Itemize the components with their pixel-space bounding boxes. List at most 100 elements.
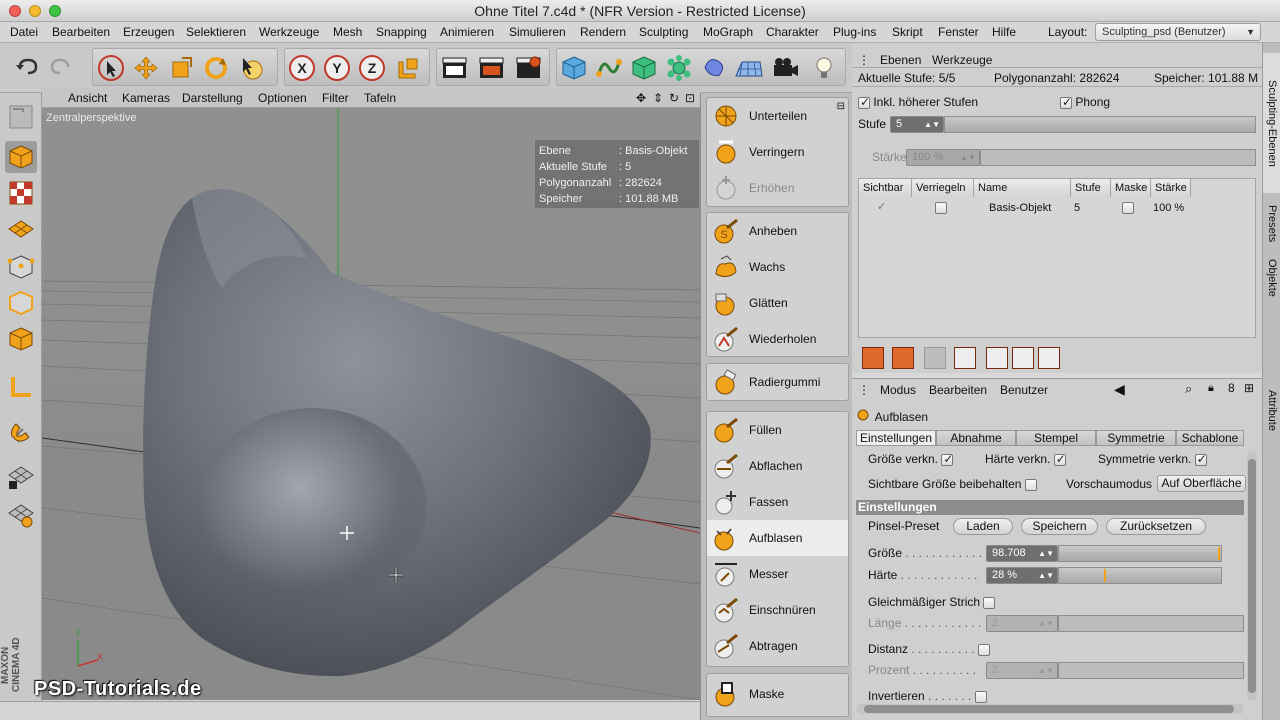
camera-button[interactable]	[771, 53, 801, 83]
snapping-button[interactable]	[5, 415, 37, 447]
menu-plugins[interactable]: Plug-ins	[833, 25, 876, 39]
keep-visible-size-checkbox[interactable]	[1024, 478, 1037, 491]
tab-abnahme[interactable]: Abnahme	[936, 430, 1016, 446]
workplane-mode-button[interactable]	[5, 213, 37, 245]
render-settings-button[interactable]	[514, 53, 544, 83]
light-button[interactable]	[809, 53, 839, 83]
tab-schablone[interactable]: Schablone	[1176, 430, 1244, 446]
render-view-button[interactable]	[440, 53, 470, 83]
table-row[interactable]: ✓ Basis-Objekt 5 100 %	[859, 198, 1255, 218]
menu-animieren[interactable]: Animieren	[440, 25, 494, 39]
new-window-icon[interactable]: ⊞	[1244, 381, 1254, 395]
h-scrollbar-thumb[interactable]	[864, 705, 1234, 713]
undo-button[interactable]	[12, 52, 42, 82]
menu-mesh[interactable]: Mesh	[333, 25, 362, 39]
axis-x-button[interactable]: X	[287, 53, 317, 83]
hardness-slider[interactable]	[1058, 567, 1222, 584]
palette-item-einschnueren[interactable]: Einschnüren	[707, 592, 848, 628]
cube-object-button[interactable]	[559, 53, 589, 83]
axis-y-button[interactable]: Y	[322, 53, 352, 83]
subdivision-surface-button[interactable]	[629, 53, 659, 83]
strength-input[interactable]: 100 % ▲▼	[906, 149, 980, 166]
lock-checkbox[interactable]	[935, 202, 947, 214]
layout-select[interactable]: Sculpting_psd (Benutzer) ▼	[1095, 23, 1261, 41]
percent-input[interactable]: 2 ▲▼	[986, 662, 1058, 679]
attr-menu-benutzer[interactable]: Benutzer	[1000, 383, 1048, 397]
merge-layer-icon[interactable]	[1038, 347, 1060, 369]
tab-sculpting-ebenen[interactable]: Sculpting-Ebenen	[1263, 53, 1280, 193]
texture-mode-button[interactable]	[5, 177, 37, 209]
maximize-window-button[interactable]	[49, 5, 61, 17]
col-name[interactable]: Name	[974, 179, 1071, 197]
palette-item-aufblasen[interactable]: Aufblasen	[707, 520, 848, 556]
hardness-input[interactable]: 28 % ▲▼	[986, 567, 1058, 584]
array-button[interactable]	[664, 53, 694, 83]
visible-check-icon[interactable]: ✓	[877, 200, 886, 213]
menu-werkzeuge[interactable]: Werkzeuge	[259, 25, 319, 39]
reset-preset-button[interactable]: Zurücksetzen	[1106, 518, 1206, 535]
menu-datei[interactable]: Datei	[10, 25, 38, 39]
preview-mode-select[interactable]: Auf Oberfläche	[1157, 475, 1246, 492]
menu-snapping[interactable]: Snapping	[376, 25, 427, 39]
mask-checkbox[interactable]	[1122, 202, 1134, 214]
menu-sculpting[interactable]: Sculpting	[639, 25, 688, 39]
coordinate-system-button[interactable]	[392, 53, 422, 83]
select-tool-button[interactable]	[96, 53, 126, 83]
size-input[interactable]: 98.708 ▲▼	[986, 545, 1058, 562]
spline-button[interactable]	[594, 53, 624, 83]
col-sichtbar[interactable]: Sichtbar	[859, 179, 912, 197]
scale-tool-button[interactable]	[166, 53, 196, 83]
col-staerke[interactable]: Stärke	[1151, 179, 1191, 197]
palette-item-anheben[interactable]: S Anheben	[707, 213, 848, 249]
lock-workplane-button[interactable]	[5, 461, 37, 493]
attributes-h-scrollbar[interactable]	[856, 704, 1244, 714]
phong-checkbox[interactable]	[1060, 95, 1072, 109]
make-editable-button[interactable]	[5, 101, 37, 133]
palette-item-glaetten[interactable]: Glätten	[707, 285, 848, 321]
tab-ebenen[interactable]: Ebenen	[880, 53, 921, 67]
viewport-menu-ansicht[interactable]: Ansicht	[68, 91, 107, 105]
axis-mode-button[interactable]	[5, 371, 37, 403]
menu-simulieren[interactable]: Simulieren	[509, 25, 566, 39]
minimize-window-button[interactable]	[29, 5, 41, 17]
link-size-checkbox[interactable]	[941, 452, 953, 466]
distance-checkbox[interactable]	[978, 643, 991, 656]
menu-erzeugen[interactable]: Erzeugen	[123, 25, 174, 39]
col-verriegeln[interactable]: Verriegeln	[912, 179, 974, 197]
palette-item-radiergummi[interactable]: Radiergummi	[707, 364, 848, 400]
link-hardness-checkbox[interactable]	[1053, 452, 1066, 466]
deformer-button[interactable]	[699, 53, 729, 83]
palette-item-erhoehen[interactable]: Erhöhen	[707, 170, 848, 206]
edges-mode-button[interactable]	[5, 287, 37, 319]
size-slider-handle[interactable]	[1218, 547, 1220, 560]
menu-skript[interactable]: Skript	[892, 25, 923, 39]
palette-item-wiederholen[interactable]: Wiederholen	[707, 321, 848, 357]
viewport-menu-kameras[interactable]: Kameras	[122, 91, 170, 105]
col-maske[interactable]: Maske	[1111, 179, 1151, 197]
redo-button[interactable]	[46, 52, 76, 82]
copy-layer-icon[interactable]	[986, 347, 1008, 369]
polygons-mode-button[interactable]	[5, 323, 37, 355]
menu-bearbeiten[interactable]: Bearbeiten	[52, 25, 110, 39]
length-input[interactable]: 2 ▲▼	[986, 615, 1058, 632]
level-slider[interactable]	[944, 116, 1256, 133]
viewport-menu-tafeln[interactable]: Tafeln	[364, 91, 396, 105]
percent-slider[interactable]	[1058, 662, 1244, 679]
menu-charakter[interactable]: Charakter	[766, 25, 819, 39]
tab-stempel[interactable]: Stempel	[1016, 430, 1096, 446]
palette-item-wachs[interactable]: Wachs	[707, 249, 848, 285]
palette-item-fuellen[interactable]: Füllen	[707, 412, 848, 448]
strength-slider[interactable]	[980, 149, 1256, 166]
move-tool-button[interactable]	[131, 53, 161, 83]
back-arrow-icon[interactable]: ◀	[1114, 381, 1125, 398]
menu-hilfe[interactable]: Hilfe	[992, 25, 1016, 39]
model-mode-button[interactable]	[5, 141, 37, 173]
paste-layer-icon[interactable]	[1012, 347, 1034, 369]
floor-environment-button[interactable]	[734, 53, 764, 83]
palette-item-verringern[interactable]: Verringern	[707, 134, 848, 170]
attr-menu-bearbeiten[interactable]: Bearbeiten	[929, 383, 987, 397]
delete-layer-icon[interactable]	[924, 347, 946, 369]
clear-layer-icon[interactable]	[954, 347, 976, 369]
hardness-slider-handle[interactable]	[1104, 569, 1106, 582]
scrollbar-thumb[interactable]	[1248, 459, 1256, 693]
